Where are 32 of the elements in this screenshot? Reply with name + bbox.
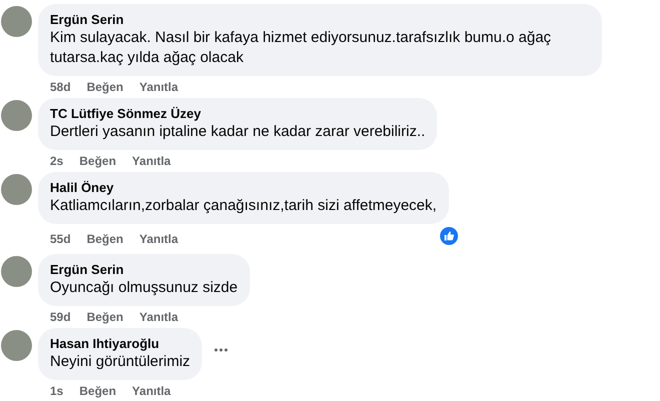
avatar-placeholder[interactable] [1,6,32,37]
like-link[interactable]: Beğen [86,78,124,96]
more-icon [214,348,228,352]
like-link[interactable]: Beğen [86,230,124,248]
author-name[interactable]: Halil Öney [50,179,437,196]
reply-link[interactable]: Yanıtla [139,78,178,96]
reply-link[interactable]: Yanıtla [132,152,171,170]
comment-time[interactable]: 59d [50,308,71,326]
comment-time[interactable]: 58d [50,78,71,96]
reply-link[interactable]: Yanıtla [139,230,178,248]
comment-text: Kim sulayacak. Nasıl bir kafaya hizmet ediyorsunuz.tarafsızlık bumu.o ağaç tutarsa.kaç yılda ağaç olacak [50,28,552,68]
author-name[interactable]: Ergün Serin [50,11,590,28]
reply-link[interactable]: Yanıtla [139,308,178,326]
avatar-placeholder[interactable] [1,256,32,287]
like-link[interactable]: Beğen [79,152,116,170]
comment-time[interactable]: 55d [50,230,71,248]
comment-text: Oyuncağı olmuşsunuz sizde [50,278,238,298]
like-link[interactable]: Beğen [79,382,116,400]
comment-text: Dertleri yasanın iptaline kadar ne kadar zarar verebiliriz.. [50,122,426,142]
author-name[interactable]: Ergün Serin [50,261,238,278]
like-reaction-icon [440,227,458,245]
comment-time[interactable]: 1s [50,382,64,400]
avatar-placeholder[interactable] [1,330,32,361]
comment-text: Katliamcıların,zorbalar çanağısınız,tarih sizi affetmeyecek, [50,196,437,216]
comment-text: Neyini görüntülerimiz [50,352,190,372]
avatar-placeholder[interactable] [1,174,32,205]
avatar-placeholder[interactable] [1,100,32,131]
reply-link[interactable]: Yanıtla [132,382,171,400]
author-name[interactable]: TC Lütfiye Sönmez Üzey [50,105,426,122]
author-name[interactable]: Hasan Ihtiyaroğlu [50,335,190,352]
like-link[interactable]: Beğen [86,308,124,326]
comment-time[interactable]: 2s [50,152,64,170]
